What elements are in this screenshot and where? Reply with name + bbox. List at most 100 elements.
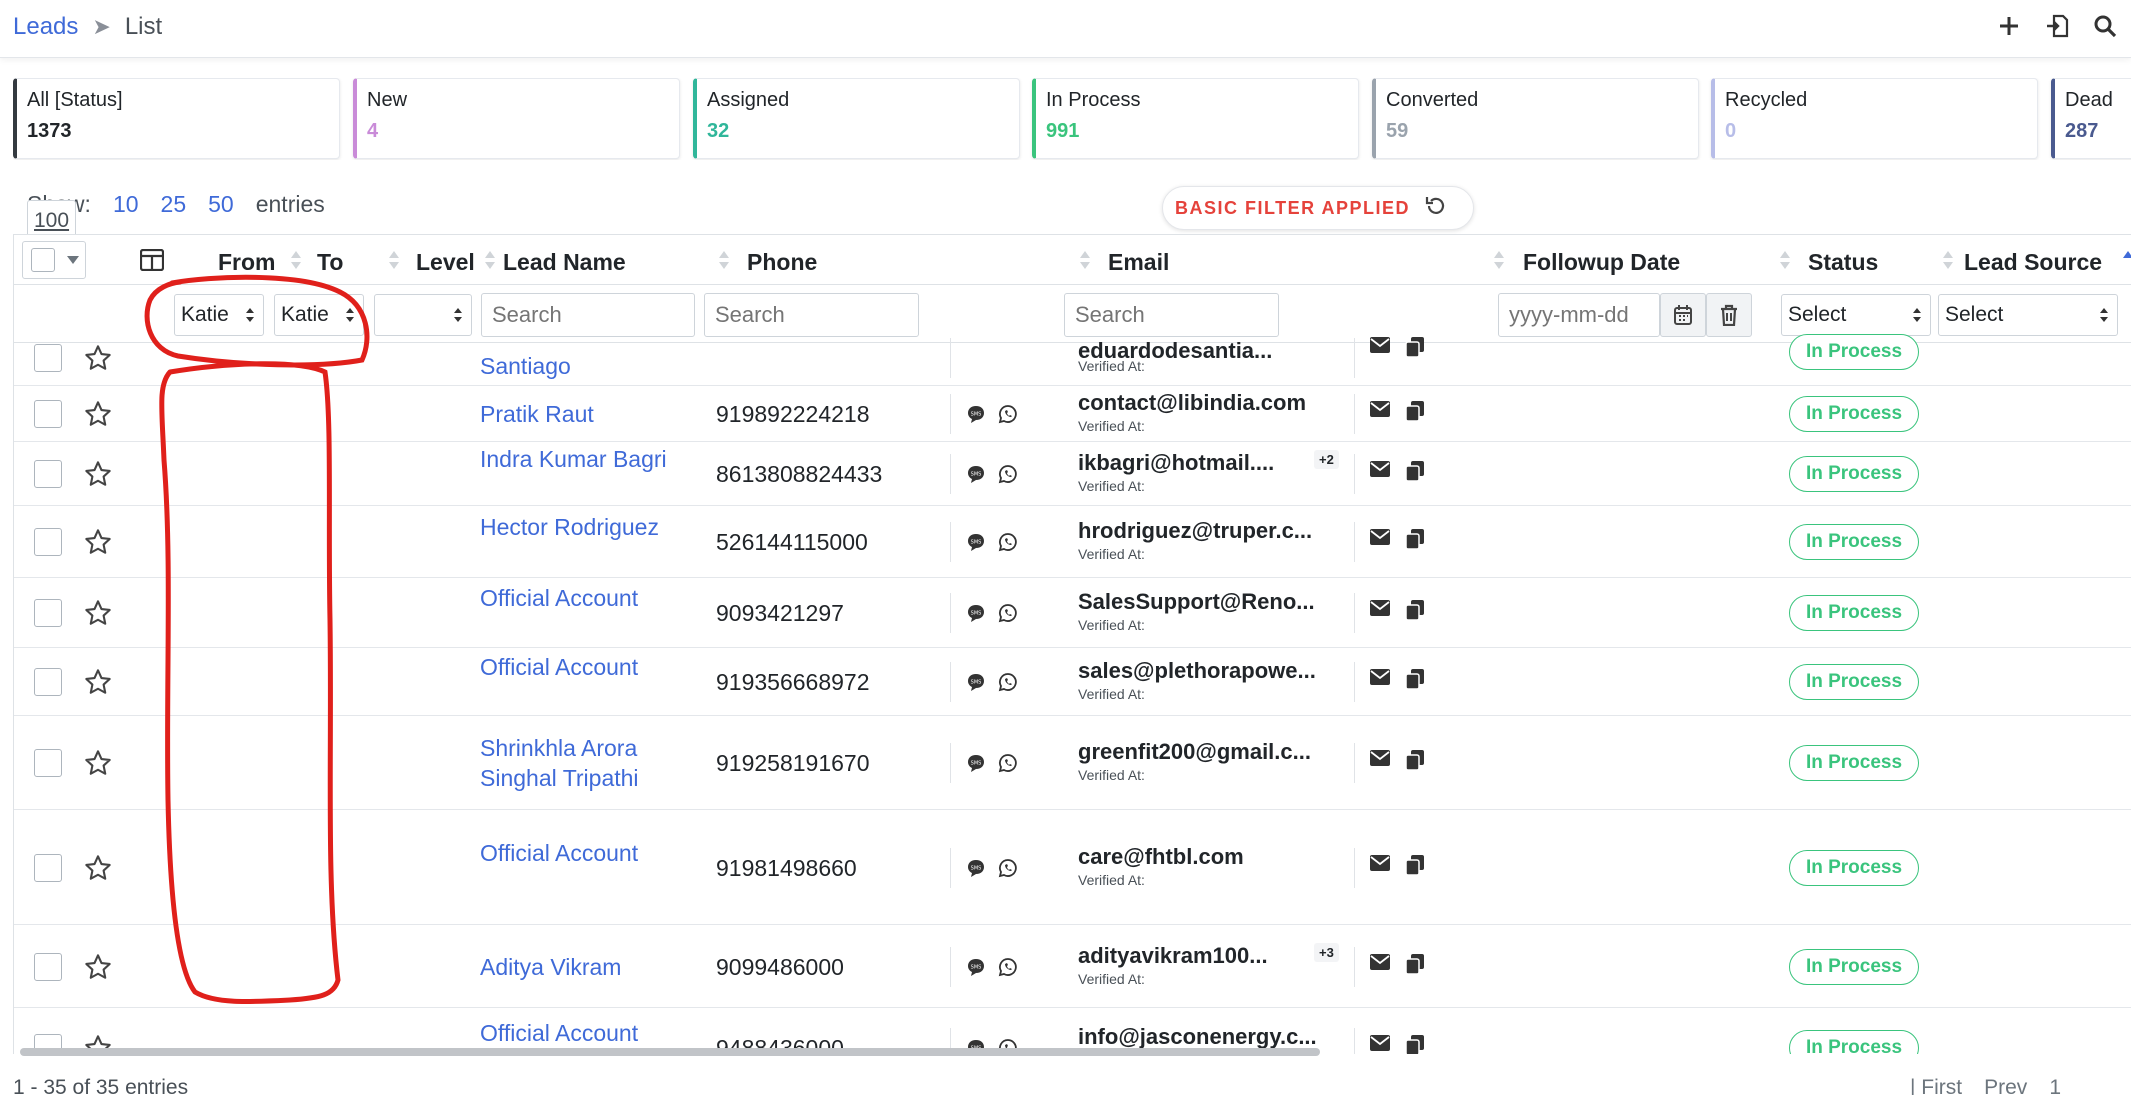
status-card-dead[interactable]: Dead 287 [2051,78,2131,159]
status-filter-select[interactable]: Select [1781,294,1931,336]
table-row[interactable]: Aditya Vikram 9099486000 SMS adityavikram10… [14,925,2131,1008]
star-icon[interactable] [84,668,112,696]
star-icon[interactable] [84,460,112,488]
row-checkbox[interactable] [34,599,62,627]
mail-icon[interactable] [1369,1034,1391,1052]
sort-icon[interactable] [2122,249,2131,271]
lead-name-link[interactable]: Hector Rodriguez [480,512,700,542]
column-lead-name[interactable]: Lead Name [503,249,626,276]
copy-icon[interactable] [1405,854,1425,876]
level-filter-select[interactable] [374,294,472,336]
status-card-recycled[interactable]: Recycled 0 [1711,78,2038,159]
sms-icon[interactable]: SMS [966,753,986,773]
column-status[interactable]: Status [1808,249,1878,276]
status-card-all[interactable]: All [Status] 1373 [13,78,340,159]
email-search-input[interactable] [1064,293,1279,337]
lead-source-filter-select[interactable]: Select [1938,294,2118,336]
sms-icon[interactable]: SMS [966,603,986,623]
whatsapp-icon[interactable] [998,532,1018,552]
lead-name-link[interactable]: Official Account [480,838,700,868]
copy-icon[interactable] [1405,749,1425,771]
sms-icon[interactable]: SMS [966,858,986,878]
sort-icon[interactable] [1942,249,1954,271]
sms-icon[interactable]: SMS [966,957,986,977]
column-from[interactable]: From [218,249,276,276]
whatsapp-icon[interactable] [998,753,1018,773]
sms-icon[interactable]: SMS [966,404,986,424]
horizontal-scrollbar[interactable] [20,1048,1320,1056]
table-row[interactable]: Shrinkhla Arora Singhal Tripathi 91925819… [14,716,2131,810]
column-level[interactable]: Level [416,249,475,276]
mail-icon[interactable] [1369,460,1391,478]
pager-first[interactable]: | First [1910,1076,1962,1095]
row-checkbox[interactable] [34,344,62,372]
table-row[interactable]: Indra Kumar Bagri 8613808824433 SMS ikbagri… [14,442,2131,506]
row-checkbox[interactable] [34,952,62,981]
column-phone[interactable]: Phone [747,249,817,276]
copy-icon[interactable] [1405,400,1425,422]
row-checkbox[interactable] [34,853,62,882]
mail-icon[interactable] [1369,953,1391,971]
copy-icon[interactable] [1405,599,1425,621]
sort-icon[interactable] [1779,249,1791,271]
row-checkbox[interactable] [34,460,62,488]
mail-icon[interactable] [1369,854,1391,872]
sms-icon[interactable]: SMS [966,532,986,552]
star-icon[interactable] [84,854,112,882]
mail-icon[interactable] [1369,599,1391,617]
plus-icon[interactable] [1995,12,2023,40]
column-followup-date[interactable]: Followup Date [1523,249,1680,276]
page-size-50[interactable]: 50 [208,191,234,218]
status-card-assigned[interactable]: Assigned 32 [693,78,1020,159]
clear-date-icon[interactable] [1706,293,1752,337]
lead-name-link[interactable]: Official Account [480,652,700,682]
column-lead-source[interactable]: Lead Source [1964,249,2102,276]
star-icon[interactable] [84,400,112,428]
mail-icon[interactable] [1369,400,1391,418]
sms-icon[interactable]: SMS [966,464,986,484]
sort-icon[interactable] [484,249,496,271]
mail-icon[interactable] [1369,749,1391,767]
star-icon[interactable] [84,749,112,777]
whatsapp-icon[interactable] [998,464,1018,484]
select-all-checkbox[interactable] [31,248,55,272]
star-icon[interactable] [84,953,112,981]
lead-name-link[interactable]: Pratik Raut [480,399,700,429]
whatsapp-icon[interactable] [998,858,1018,878]
whatsapp-icon[interactable] [998,672,1018,692]
sms-icon[interactable]: SMS [966,672,986,692]
copy-icon[interactable] [1405,953,1425,975]
star-icon[interactable] [84,599,112,627]
star-icon[interactable] [84,344,112,372]
copy-icon[interactable] [1405,528,1425,550]
basic-filter-badge[interactable]: BASIC FILTER APPLIED [1162,186,1474,230]
table-row[interactable]: Official Account 9093421297 SMS SalesSuppor… [14,578,2131,648]
columns-icon[interactable] [140,249,164,271]
star-icon[interactable] [84,528,112,556]
whatsapp-icon[interactable] [998,603,1018,623]
extra-emails-badge[interactable]: +3 [1314,942,1339,962]
page-size-10[interactable]: 10 [113,191,139,218]
table-row[interactable]: Santiago eduardodesantia... Verified At: In… [14,334,2131,386]
export-icon[interactable] [2043,12,2071,40]
phone-search-input[interactable] [704,293,919,337]
select-all-dropdown[interactable] [22,241,86,279]
to-filter-select[interactable]: Katie [274,294,364,336]
page-size-25[interactable]: 25 [161,191,187,218]
row-checkbox[interactable] [34,668,62,696]
status-card-new[interactable]: New 4 [353,78,680,159]
row-checkbox[interactable] [34,400,62,428]
pager-page[interactable]: 1 [2049,1076,2061,1095]
table-row[interactable]: Pratik Raut 919892224218 SMS contact@libind… [14,386,2131,442]
sort-icon[interactable] [1079,249,1091,271]
reset-filter-icon[interactable] [1424,194,1448,223]
status-card-in-process[interactable]: In Process 991 [1032,78,1359,159]
mail-icon[interactable] [1369,336,1391,354]
column-email[interactable]: Email [1108,249,1169,276]
sort-icon[interactable] [718,249,730,271]
table-row[interactable]: Official Account 919356668972 SMS sales@ple… [14,648,2131,716]
lead-name-link[interactable]: Official Account [480,1018,700,1048]
lead-name-link[interactable]: Aditya Vikram [480,952,700,982]
whatsapp-icon[interactable] [998,957,1018,977]
sort-icon[interactable] [388,249,400,271]
